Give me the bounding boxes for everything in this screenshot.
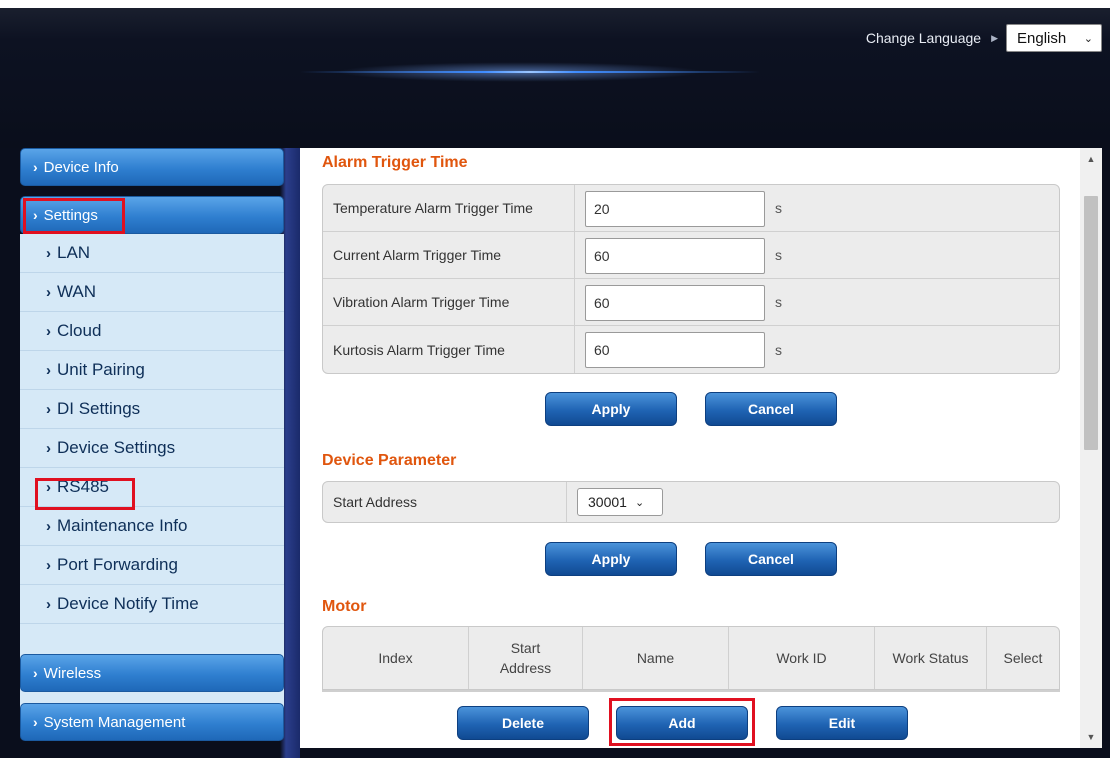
- submenu-item-di-settings[interactable]: › DI Settings: [20, 390, 284, 429]
- submenu-item-port-forwarding[interactable]: › Port Forwarding: [20, 546, 284, 585]
- content-scrollbar[interactable]: ▲ ▼: [1080, 148, 1102, 748]
- chevron-right-icon: ›: [46, 439, 51, 457]
- kurtosis-alarm-label: Kurtosis Alarm Trigger Time: [323, 326, 575, 373]
- column-select: Select: [1003, 650, 1043, 666]
- chevron-right-icon: ›: [33, 665, 38, 681]
- chevron-right-icon: ›: [46, 517, 51, 535]
- submenu-label: Maintenance Info: [57, 516, 188, 535]
- submenu-item-wan[interactable]: › WAN: [20, 273, 284, 312]
- sidebar-settings[interactable]: › Settings: [20, 196, 284, 234]
- unit-label: s: [775, 294, 782, 310]
- language-value: English: [1017, 29, 1067, 47]
- submenu-label: RS485: [57, 477, 109, 496]
- column-work-status: Work Status: [875, 627, 987, 689]
- settings-submenu: › LAN › WAN › Cloud › Unit Pairing › DI Setti…: [20, 234, 284, 716]
- header-banner: Change Language ▶ English ⌄: [0, 0, 1110, 148]
- alarm-apply-button[interactable]: Apply: [545, 392, 677, 426]
- submenu-item-unit-pairing[interactable]: › Unit Pairing: [20, 351, 284, 390]
- language-area: Change Language ▶ English ⌄: [866, 24, 1102, 52]
- current-alarm-label: Current Alarm Trigger Time: [323, 232, 575, 278]
- form-row: Kurtosis Alarm Trigger Time 60 s: [323, 326, 1059, 373]
- start-address-select[interactable]: 30001 ⌄: [577, 488, 663, 516]
- column-name: Name: [583, 627, 729, 689]
- column-index: Index: [323, 627, 469, 689]
- chevron-right-icon: ›: [46, 595, 51, 613]
- language-select[interactable]: English ⌄: [1006, 24, 1102, 52]
- chevron-right-icon: ›: [46, 322, 51, 340]
- chevron-right-icon: ›: [46, 283, 51, 301]
- submenu-item-rs485[interactable]: › RS485: [20, 468, 284, 507]
- device-apply-button[interactable]: Apply: [545, 542, 677, 576]
- submenu-label: Device Notify Time: [57, 594, 199, 613]
- vibration-alarm-label: Vibration Alarm Trigger Time: [323, 279, 575, 325]
- chevron-right-icon: ›: [46, 361, 51, 379]
- submenu-label: Port Forwarding: [57, 555, 178, 574]
- scroll-thumb[interactable]: [1084, 196, 1098, 450]
- start-address-value: 30001: [588, 494, 627, 510]
- temperature-alarm-label: Temperature Alarm Trigger Time: [323, 185, 575, 231]
- sidebar-device-info-label: Device Info: [43, 158, 119, 176]
- device-cancel-button[interactable]: Cancel: [705, 542, 837, 576]
- change-language-label: Change Language: [865, 30, 982, 46]
- alarm-cancel-button[interactable]: Cancel: [705, 392, 837, 426]
- motor-table-header: Index Start Address Name Work ID Work St…: [322, 626, 1060, 690]
- chevron-right-icon: ›: [46, 244, 51, 262]
- submenu-label: Device Settings: [57, 438, 176, 457]
- chevron-down-icon: ⌄: [1083, 32, 1093, 45]
- sidebar-settings-label: Settings: [43, 206, 98, 224]
- sidebar-wireless-label: Wireless: [43, 664, 102, 682]
- device-parameter-form: Start Address 30001 ⌄: [322, 481, 1060, 523]
- scroll-down-icon[interactable]: ▼: [1080, 728, 1102, 746]
- submenu-item-cloud[interactable]: › Cloud: [20, 312, 284, 351]
- chevron-right-icon: ›: [33, 207, 38, 223]
- vibration-alarm-input[interactable]: 60: [585, 285, 765, 321]
- submenu-item-device-settings[interactable]: › Device Settings: [20, 429, 284, 468]
- form-row: Current Alarm Trigger Time 60 s: [323, 232, 1059, 279]
- motor-add-button[interactable]: Add: [616, 706, 748, 740]
- submenu-label: LAN: [57, 243, 91, 262]
- sidebar-system-management[interactable]: › System Management: [20, 703, 284, 741]
- current-alarm-input[interactable]: 60: [585, 238, 765, 274]
- unit-label: s: [775, 200, 782, 216]
- column-start-address: Start Address: [469, 627, 583, 689]
- chevron-right-icon: ›: [46, 400, 51, 418]
- chevron-right-icon: ›: [33, 714, 38, 730]
- triangle-right-icon: ▶: [991, 32, 998, 43]
- submenu-item-device-notify-time[interactable]: › Device Notify Time: [20, 585, 284, 624]
- sidebar-device-info[interactable]: › Device Info: [20, 148, 284, 186]
- sidebar-system-management-label: System Management: [43, 713, 186, 731]
- submenu-label: Unit Pairing: [57, 360, 145, 379]
- motor-delete-button[interactable]: Delete: [457, 706, 589, 740]
- sidebar-wireless[interactable]: › Wireless: [20, 654, 284, 692]
- unit-label: s: [775, 341, 782, 358]
- device-parameter-title: Device Parameter: [322, 452, 457, 469]
- column-work-id: Work ID: [729, 627, 875, 689]
- temperature-alarm-input[interactable]: 20: [585, 191, 765, 227]
- table-divider: [322, 690, 1060, 692]
- motor-title: Motor: [322, 598, 367, 615]
- submenu-label: Cloud: [57, 321, 102, 340]
- sidebar: › Device Info › Settings › LAN › WAN › Clou…: [20, 148, 286, 748]
- kurtosis-alarm-input[interactable]: 60: [585, 332, 765, 368]
- chevron-right-icon: ›: [46, 556, 51, 574]
- motor-edit-button[interactable]: Edit: [776, 706, 908, 740]
- alarm-trigger-form: Temperature Alarm Trigger Time 20 s Curr…: [322, 184, 1060, 374]
- unit-label: s: [775, 247, 782, 263]
- alarm-trigger-title: Alarm Trigger Time: [322, 154, 468, 171]
- form-row: Temperature Alarm Trigger Time 20 s: [323, 185, 1059, 232]
- submenu-label: DI Settings: [57, 399, 141, 418]
- start-address-label: Start Address: [323, 482, 567, 522]
- submenu-item-maintenance-info[interactable]: › Maintenance Info: [20, 507, 284, 546]
- submenu-item-lan[interactable]: › LAN: [20, 234, 284, 273]
- chevron-down-icon: ⌄: [634, 496, 645, 509]
- submenu-label: WAN: [57, 282, 97, 301]
- form-row: Vibration Alarm Trigger Time 60 s: [323, 279, 1059, 326]
- chevron-right-icon: ›: [33, 159, 38, 175]
- scroll-up-icon[interactable]: ▲: [1080, 150, 1102, 168]
- main-content: Alarm Trigger Time Temperature Alarm Tri…: [300, 148, 1080, 748]
- chevron-right-icon: ›: [46, 478, 51, 496]
